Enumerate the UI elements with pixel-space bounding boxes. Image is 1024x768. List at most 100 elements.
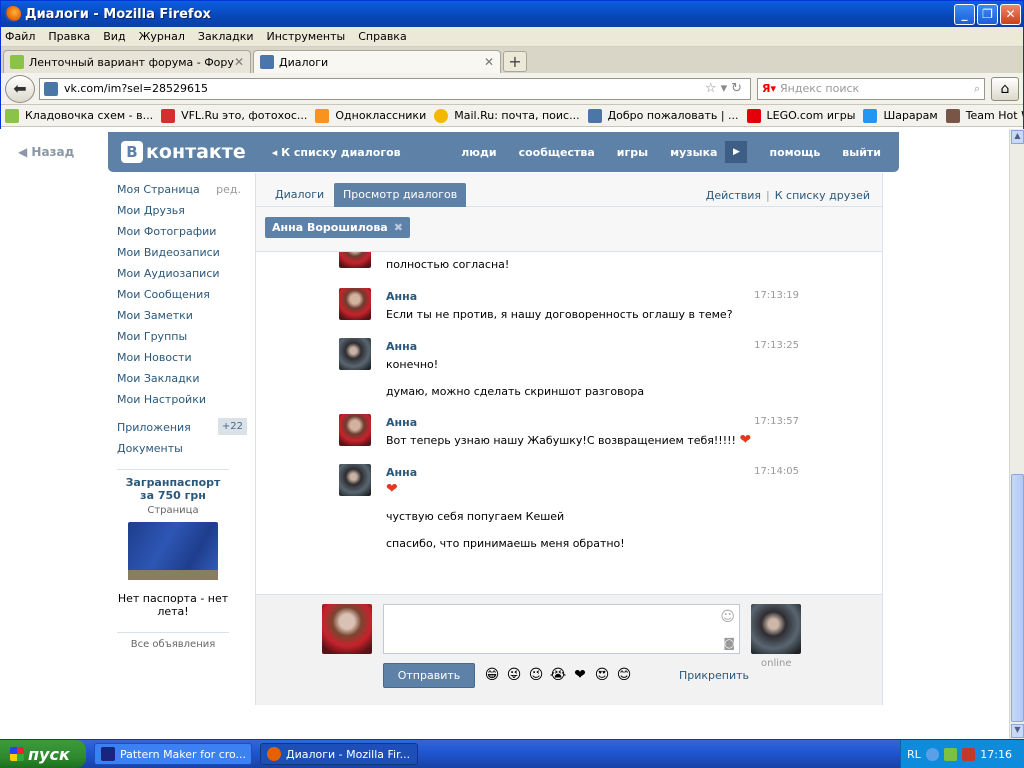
emoji-picker-icon[interactable]: ☺ xyxy=(720,609,735,625)
tray-app-icon[interactable] xyxy=(943,747,957,761)
avatar[interactable] xyxy=(339,464,371,496)
menu-file[interactable]: Файл xyxy=(5,30,35,43)
ad-block[interactable]: Загранпаспорт за 750 грн Страница Нет па… xyxy=(117,469,229,650)
actions-link[interactable]: Действия xyxy=(706,189,761,202)
menu-audio[interactable]: Мои Аудиозаписи xyxy=(117,263,247,284)
avatar[interactable] xyxy=(339,252,371,268)
remove-recipient-icon[interactable]: ✖ xyxy=(394,221,403,234)
page-scrollbar[interactable]: ▲ ▼ xyxy=(1009,129,1024,739)
close-button[interactable]: ✕ xyxy=(1000,3,1021,25)
clock[interactable]: 17:16 xyxy=(980,748,1012,761)
emoji-grin-icon[interactable]: 😁 xyxy=(483,666,501,684)
emoji-cry-icon[interactable]: 😭 xyxy=(549,666,567,684)
nav-people[interactable]: люди xyxy=(461,146,496,159)
tab-close-icon[interactable]: ✕ xyxy=(234,55,244,69)
menu-groups[interactable]: Мои Группы xyxy=(117,326,247,347)
scroll-thumb[interactable] xyxy=(1011,474,1024,722)
message-input[interactable]: ☺ ◙ xyxy=(383,604,740,654)
language-indicator[interactable]: RL xyxy=(907,748,921,761)
tab-view-dialogs[interactable]: Просмотр диалогов xyxy=(334,183,467,207)
bookmark-item[interactable]: VFL.Ru это, фотохос... xyxy=(161,108,307,123)
play-icon[interactable]: ▶ xyxy=(725,141,748,163)
menu-documents[interactable]: Документы xyxy=(117,438,247,459)
all-ads-link[interactable]: Все объявления xyxy=(117,632,229,650)
author-name[interactable]: Анна xyxy=(386,466,417,479)
edit-link[interactable]: ред. xyxy=(216,183,241,196)
menu-news[interactable]: Мои Новости xyxy=(117,347,247,368)
author-name[interactable]: Анна xyxy=(386,416,417,429)
my-avatar[interactable] xyxy=(322,604,372,654)
ad-passport-image[interactable] xyxy=(128,522,218,580)
back-link[interactable]: ◀ Назад xyxy=(18,145,74,159)
maximize-button[interactable]: ❐ xyxy=(977,3,998,25)
menu-my-page[interactable]: Моя Страница ред. xyxy=(117,179,247,200)
tab-dialogs[interactable]: Диалоги ✕ xyxy=(253,50,501,73)
home-button[interactable]: ⌂ xyxy=(991,76,1019,101)
menu-bookmarks-vk[interactable]: Мои Закладки xyxy=(117,368,247,389)
menu-photos[interactable]: Мои Фотографии xyxy=(117,221,247,242)
nav-help[interactable]: помощь xyxy=(769,146,820,159)
emoji-tongue-icon[interactable]: 😜 xyxy=(505,666,523,684)
camera-icon[interactable]: ◙ xyxy=(723,636,735,650)
avatar[interactable] xyxy=(339,338,371,370)
recipient-chip[interactable]: Анна Ворошилова ✖ xyxy=(265,217,410,238)
scroll-up-icon[interactable]: ▲ xyxy=(1011,130,1024,144)
tab-close-icon[interactable]: ✕ xyxy=(484,55,494,69)
tray-app-icon[interactable] xyxy=(961,747,975,761)
minimize-button[interactable]: _ xyxy=(954,3,975,25)
search-box[interactable]: Я▾ Яндекс поиск ⌕ xyxy=(757,77,985,100)
search-icon[interactable]: ⌕ xyxy=(974,82,980,96)
menu-notes[interactable]: Мои Заметки xyxy=(117,305,247,326)
menu-bookmarks[interactable]: Закладки xyxy=(198,30,254,43)
task-firefox[interactable]: Диалоги - Mozilla Fir... xyxy=(260,743,418,765)
task-pattern-maker[interactable]: Pattern Maker for cro... xyxy=(94,743,252,765)
bookmark-item[interactable]: Добро пожаловать | ... xyxy=(587,108,739,123)
nav-communities[interactable]: сообщества xyxy=(519,146,595,159)
emoji-heart-eyes-icon[interactable]: 😍 xyxy=(593,666,611,684)
nav-logout[interactable]: выйти xyxy=(842,146,881,159)
url-tools-icon[interactable]: ☆▾↻ xyxy=(705,81,746,96)
menu-edit[interactable]: Правка xyxy=(48,30,90,43)
bookmark-item[interactable]: Mail.Ru: почта, поис... xyxy=(434,108,580,123)
back-button[interactable]: ⬅ xyxy=(5,74,35,103)
menu-tools[interactable]: Инструменты xyxy=(267,30,346,43)
new-tab-button[interactable]: + xyxy=(503,51,527,72)
bookmark-item[interactable]: LEGO.com игры xyxy=(746,108,855,123)
attach-link[interactable]: Прикрепить xyxy=(679,669,749,682)
avatar[interactable] xyxy=(339,414,371,446)
tray-arrow-icon[interactable] xyxy=(925,747,939,761)
menu-videos[interactable]: Мои Видеозаписи xyxy=(117,242,247,263)
vk-logo[interactable]: Bконтакте xyxy=(121,141,246,163)
menu-view[interactable]: Вид xyxy=(103,30,125,43)
ad-title[interactable]: Загранпаспорт за 750 грн xyxy=(117,476,229,502)
search-placeholder[interactable]: Яндекс поиск xyxy=(780,82,974,95)
emoji-wink-icon[interactable]: 😉 xyxy=(527,666,545,684)
author-name[interactable]: Анна xyxy=(386,340,417,353)
to-dialog-list-link[interactable]: ◂ К списку диалогов xyxy=(272,146,401,159)
menu-history[interactable]: Журнал xyxy=(139,30,185,43)
nav-music[interactable]: музыка xyxy=(670,146,717,159)
author-name[interactable]: Анна xyxy=(386,290,417,303)
site-identity-icon[interactable] xyxy=(44,81,58,96)
menu-apps[interactable]: Приложения +22 xyxy=(117,417,247,438)
bookmark-item[interactable]: Team Hot Wheels: Mo... xyxy=(945,108,1023,123)
scroll-down-icon[interactable]: ▼ xyxy=(1011,724,1024,738)
url-bar[interactable]: vk.com/im?sel=28529615 ☆▾↻ xyxy=(39,77,751,100)
avatar[interactable] xyxy=(339,288,371,320)
menu-help[interactable]: Справка xyxy=(358,30,406,43)
bookmark-item[interactable]: Шарарам xyxy=(863,108,938,123)
menu-friends[interactable]: Мои Друзья xyxy=(117,200,247,221)
start-button[interactable]: пуск xyxy=(0,740,86,768)
tab-forum[interactable]: Ленточный вариант форума - Форум ✕ xyxy=(3,50,251,73)
menu-settings[interactable]: Мои Настройки xyxy=(117,389,247,410)
tab-dialogs-list[interactable]: Диалоги xyxy=(266,183,333,207)
send-button[interactable]: Отправить xyxy=(383,663,475,688)
nav-games[interactable]: игры xyxy=(617,146,648,159)
url-text[interactable]: vk.com/im?sel=28529615 xyxy=(64,82,705,95)
yandex-icon[interactable]: Я▾ xyxy=(762,82,776,95)
recipient-avatar[interactable] xyxy=(751,604,801,654)
menu-messages[interactable]: Мои Сообщения xyxy=(117,284,247,305)
emoji-smile-icon[interactable]: 😊 xyxy=(615,666,633,684)
bookmark-item[interactable]: Кладовочка схем - в... xyxy=(5,108,153,123)
emoji-heart-icon[interactable]: ❤ xyxy=(571,666,589,684)
